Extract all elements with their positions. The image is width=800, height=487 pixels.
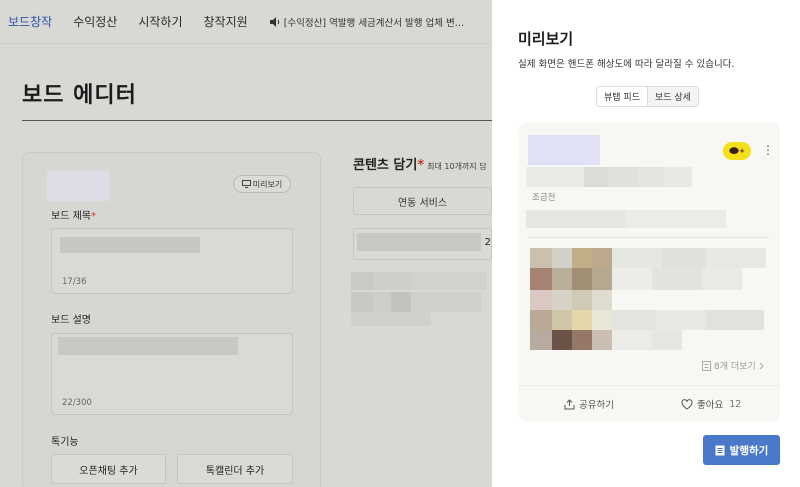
- publish-button[interactable]: 발행하기: [703, 435, 780, 465]
- card-footer: 공유하기 좋아요 12: [518, 385, 780, 421]
- heart-icon: [681, 398, 693, 410]
- more-options-icon[interactable]: ⋮: [762, 143, 774, 159]
- title-divider: [22, 120, 492, 121]
- board-title-input[interactable]: 17/36: [51, 228, 293, 294]
- preview-button[interactable]: 미리보기: [233, 175, 291, 193]
- chevron-right-icon: [759, 362, 764, 369]
- like-button[interactable]: 좋아요 12: [681, 397, 741, 411]
- linked-service-button[interactable]: 연동 서비스: [353, 187, 492, 215]
- board-desc-counter: 22/300: [62, 398, 92, 408]
- preview-button-label: 미리보기: [252, 179, 283, 189]
- blurred-url-text: [357, 233, 481, 251]
- talk-calendar-button[interactable]: 톡캘린더 추가: [177, 454, 293, 484]
- board-info-card: 미리보기 보드 제목* 17/36 보드 설명 22/300 톡기능 오픈채팅 …: [22, 152, 321, 487]
- blurred-desc-text: [58, 337, 238, 355]
- features-label: 톡기능: [51, 437, 79, 448]
- preview-title: 미리보기: [518, 30, 574, 48]
- board-title-label: 보드 제목*: [51, 211, 96, 222]
- monitor-icon: [241, 180, 251, 188]
- notice-text: [수익정산] 역발행 세금계산서 발행 업체 변…: [283, 17, 465, 29]
- author-name: 조금전: [532, 193, 556, 203]
- preview-subtitle: 실제 화면은 핸드폰 해상도에 따라 달라질 수 있습니다.: [518, 59, 735, 70]
- share-button[interactable]: 공유하기: [564, 397, 614, 411]
- nav-board-create[interactable]: 보드창작: [8, 13, 52, 30]
- board-desc-input[interactable]: 22/300: [51, 333, 293, 415]
- content-url-input[interactable]: 2: [353, 228, 492, 260]
- tab-board-detail[interactable]: 보드 상세: [647, 87, 698, 106]
- board-title-counter: 17/36: [62, 277, 87, 287]
- top-navigation: 보드창작 수익정산 시작하기 창작지원 [수익정산] 역발행 세금계산서 발행 …: [0, 0, 492, 44]
- speaker-icon: [269, 16, 279, 27]
- more-link-label: 8개 더보기: [714, 362, 756, 372]
- more-contents-link[interactable]: 8개 더보기: [702, 359, 764, 372]
- open-chat-button[interactable]: 오픈채팅 추가: [51, 454, 166, 484]
- kakao-channel-add-badge[interactable]: +: [723, 142, 751, 160]
- publish-button-label: 발행하기: [729, 444, 769, 457]
- share-label: 공유하기: [579, 400, 614, 411]
- list-icon: [702, 360, 711, 371]
- content-hint: 최대 10개까지 담: [427, 162, 487, 171]
- like-count: 12: [729, 398, 742, 410]
- card-divider: [528, 237, 770, 238]
- share-icon: [564, 398, 575, 409]
- preview-panel: 미리보기 실제 화면은 핸드폰 해상도에 따라 달라질 수 있습니다. 뷰탭 피…: [492, 0, 800, 487]
- like-label: 좋아요: [697, 400, 724, 411]
- chat-bubble-icon: [729, 147, 739, 154]
- board-thumbnail-placeholder: [528, 135, 600, 165]
- badge-plus: +: [739, 147, 745, 155]
- page-title: 보드 에디터: [22, 83, 137, 108]
- tab-view-feed[interactable]: 뷰탭 피드: [597, 87, 648, 106]
- preview-card: + ⋮ 조금전 8개 더보기 공유하기 좋아요 12: [518, 123, 780, 421]
- board-thumbnail-placeholder: [47, 171, 109, 201]
- nav-get-started[interactable]: 시작하기: [138, 13, 182, 30]
- notice-banner[interactable]: [수익정산] 역발행 세금계산서 발행 업체 변…: [269, 15, 465, 29]
- content-heading: 콘텐츠 담기* 최대 10개까지 담: [353, 158, 487, 173]
- board-desc-label: 보드 설명: [51, 315, 91, 326]
- nav-revenue[interactable]: 수익정산: [73, 13, 117, 30]
- document-icon: [715, 445, 725, 455]
- field-right-char: 2: [484, 237, 491, 248]
- nav-creator-support[interactable]: 창작지원: [204, 13, 248, 30]
- blurred-title-text: [60, 237, 200, 253]
- preview-tab-group: 뷰탭 피드 보드 상세: [596, 86, 699, 107]
